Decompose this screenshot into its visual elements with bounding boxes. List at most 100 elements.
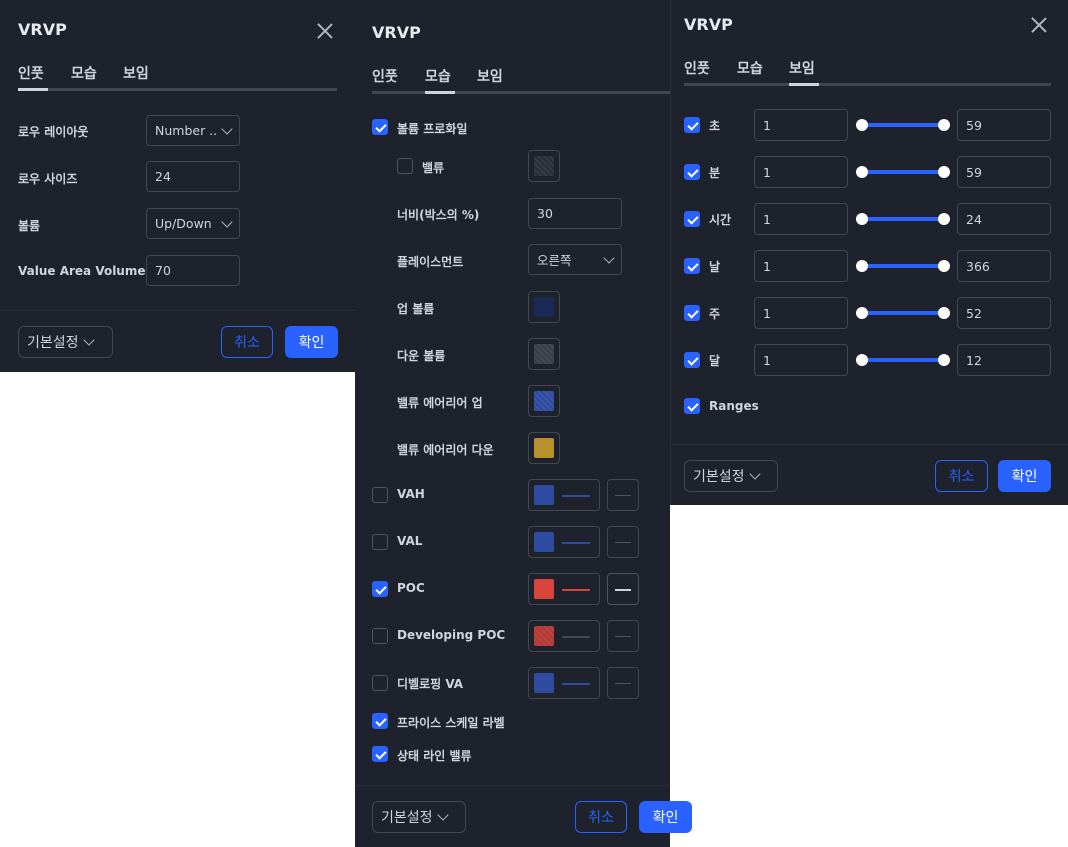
- val-line-width[interactable]: [607, 526, 639, 558]
- visibility-range-slider[interactable]: [856, 164, 950, 180]
- slider-min-handle[interactable]: [856, 119, 868, 131]
- val-label: VAL: [397, 534, 423, 548]
- cancel-button[interactable]: 취소: [221, 326, 273, 358]
- width-value: 30: [537, 206, 553, 221]
- row-size-input[interactable]: 24: [146, 161, 240, 192]
- developing-va-line-width[interactable]: [607, 667, 639, 699]
- slider-max-handle[interactable]: [938, 307, 950, 319]
- value-color-swatch[interactable]: [528, 150, 560, 182]
- volume-profile-checkbox[interactable]: [372, 119, 388, 135]
- visibility-min-input[interactable]: 1: [754, 344, 848, 376]
- tab-visibility[interactable]: 보임: [789, 58, 815, 78]
- inputs-dialog: VRVP 인풋 모습 보임 로우 레이아웃 Number ... 로우 사이즈 …: [0, 0, 355, 372]
- slider-min-handle[interactable]: [856, 213, 868, 225]
- slider-max-handle[interactable]: [938, 213, 950, 225]
- visibility-min-input[interactable]: 1: [754, 203, 848, 235]
- poc-line-width[interactable]: [607, 573, 639, 605]
- width-input[interactable]: 30: [528, 198, 622, 229]
- developing-va-color-line[interactable]: [528, 667, 600, 699]
- ok-button[interactable]: 확인: [998, 460, 1051, 492]
- visibility-row-checkbox[interactable]: [684, 211, 700, 227]
- visibility-row-checkbox[interactable]: [684, 305, 700, 321]
- placement-select[interactable]: 오른쪽: [528, 244, 622, 275]
- developing-poc-color-line[interactable]: [528, 620, 600, 652]
- tab-style[interactable]: 모습: [71, 63, 97, 83]
- visibility-range-slider[interactable]: [856, 258, 950, 274]
- visibility-max-input[interactable]: 59: [957, 109, 1051, 141]
- visibility-max-value: 59: [966, 164, 982, 180]
- ok-button[interactable]: 확인: [639, 801, 692, 833]
- visibility-max-input[interactable]: 24: [957, 203, 1051, 235]
- row-layout-select[interactable]: Number ...: [146, 115, 240, 146]
- visibility-min-input[interactable]: 1: [754, 109, 848, 141]
- price-scale-label-checkbox[interactable]: [372, 713, 388, 729]
- vah-checkbox[interactable]: [372, 487, 388, 503]
- visibility-row-label: 초: [709, 119, 721, 133]
- val-checkbox[interactable]: [372, 534, 388, 550]
- tab-style[interactable]: 모습: [425, 66, 451, 86]
- visibility-row-checkbox[interactable]: [684, 117, 700, 133]
- visibility-min-input[interactable]: 1: [754, 297, 848, 329]
- chevron-down-icon: [221, 122, 233, 135]
- tab-style[interactable]: 모습: [737, 58, 763, 78]
- developing-va-checkbox[interactable]: [372, 675, 388, 691]
- dialog-title: VRVP: [684, 15, 733, 34]
- poc-checkbox[interactable]: [372, 581, 388, 597]
- slider-min-handle[interactable]: [856, 166, 868, 178]
- slider-max-handle[interactable]: [938, 354, 950, 366]
- cancel-button[interactable]: 취소: [935, 460, 988, 492]
- up-volume-color-swatch[interactable]: [528, 291, 560, 323]
- slider-min-handle[interactable]: [856, 260, 868, 272]
- visibility-row-label: 주: [709, 307, 721, 321]
- down-volume-color-swatch[interactable]: [528, 338, 560, 370]
- visibility-min-value: 1: [763, 117, 771, 133]
- visibility-range-slider[interactable]: [856, 352, 950, 368]
- visibility-range-slider[interactable]: [856, 305, 950, 321]
- visibility-max-value: 366: [966, 258, 990, 274]
- value-area-down-color-swatch[interactable]: [528, 432, 560, 464]
- visibility-min-input[interactable]: 1: [754, 250, 848, 282]
- close-icon[interactable]: [1029, 15, 1049, 35]
- defaults-dropdown[interactable]: 기본설정: [684, 460, 778, 492]
- slider-min-handle[interactable]: [856, 354, 868, 366]
- tab-visibility[interactable]: 보임: [123, 63, 149, 83]
- developing-poc-checkbox[interactable]: [372, 628, 388, 644]
- tab-visibility[interactable]: 보임: [477, 66, 503, 86]
- value-area-up-color-swatch[interactable]: [528, 385, 560, 417]
- visibility-max-input[interactable]: 52: [957, 297, 1051, 329]
- tab-inputs[interactable]: 인풋: [18, 63, 44, 83]
- slider-min-handle[interactable]: [856, 307, 868, 319]
- val-color-line[interactable]: [528, 526, 600, 558]
- visibility-max-value: 52: [966, 305, 982, 321]
- visibility-row-checkbox[interactable]: [684, 352, 700, 368]
- volume-select[interactable]: Up/Down: [146, 208, 240, 239]
- tab-inputs[interactable]: 인풋: [372, 66, 398, 86]
- slider-max-handle[interactable]: [938, 166, 950, 178]
- visibility-row-checkbox[interactable]: [684, 258, 700, 274]
- poc-color-line[interactable]: [528, 573, 600, 605]
- tab-inputs[interactable]: 인풋: [684, 58, 710, 78]
- vah-line-width[interactable]: [607, 479, 639, 511]
- ranges-checkbox[interactable]: [684, 398, 700, 414]
- visibility-row-checkbox[interactable]: [684, 164, 700, 180]
- visibility-range-slider[interactable]: [856, 117, 950, 133]
- status-line-value-checkbox[interactable]: [372, 746, 388, 762]
- value-area-volume-input[interactable]: 70: [146, 255, 240, 286]
- style-dialog: VRVP 인풋 모습 보임 볼륨 프로화일 밸류 너비(박스의 %) 30 플레…: [355, 0, 692, 847]
- close-icon[interactable]: [315, 21, 335, 41]
- visibility-max-input[interactable]: 12: [957, 344, 1051, 376]
- row-layout-label: 로우 레이아웃: [18, 125, 89, 139]
- visibility-max-input[interactable]: 366: [957, 250, 1051, 282]
- developing-poc-line-width[interactable]: [607, 620, 639, 652]
- slider-max-handle[interactable]: [938, 260, 950, 272]
- defaults-dropdown[interactable]: 기본설정: [18, 326, 113, 358]
- visibility-range-slider[interactable]: [856, 211, 950, 227]
- visibility-max-input[interactable]: 59: [957, 156, 1051, 188]
- value-checkbox[interactable]: [397, 158, 413, 174]
- cancel-button[interactable]: 취소: [575, 801, 627, 833]
- defaults-dropdown[interactable]: 기본설정: [372, 801, 466, 833]
- visibility-min-input[interactable]: 1: [754, 156, 848, 188]
- slider-max-handle[interactable]: [938, 119, 950, 131]
- ok-button[interactable]: 확인: [285, 326, 338, 358]
- vah-color-line[interactable]: [528, 479, 600, 511]
